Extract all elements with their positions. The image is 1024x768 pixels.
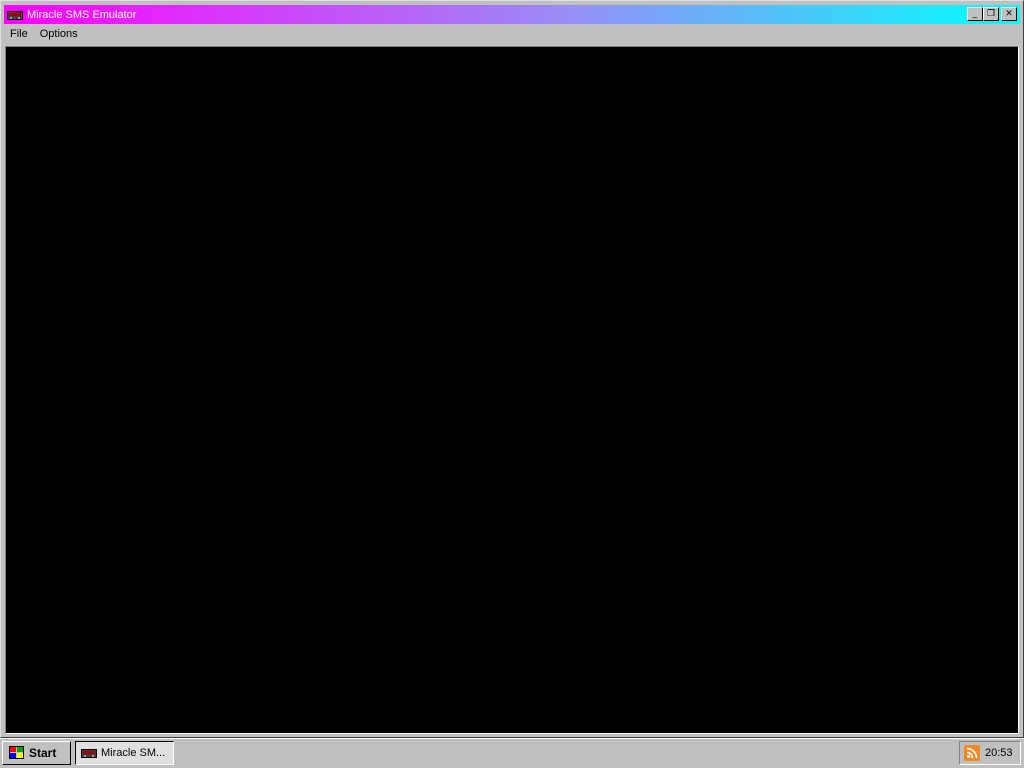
clock[interactable]: 20:53 (985, 747, 1013, 759)
emulator-display[interactable] (5, 46, 1019, 734)
restore-button[interactable]: ❐ (983, 7, 999, 21)
emulator-window: Miracle SMS Emulator _ ❐ ✕ File Options (0, 0, 1024, 738)
taskbar: Start Miracle SM... 20:53 (0, 738, 1024, 768)
windows-flag-icon (9, 746, 25, 760)
menu-bar: File Options (4, 25, 1020, 44)
close-icon: ✕ (1005, 8, 1013, 19)
window-controls: _ ❐ ✕ (967, 7, 1017, 21)
start-label: Start (29, 746, 57, 760)
title-bar[interactable]: Miracle SMS Emulator _ ❐ ✕ (4, 5, 1020, 24)
system-tray: 20:53 (959, 741, 1021, 765)
restore-icon: ❐ (986, 8, 996, 19)
close-button[interactable]: ✕ (1001, 7, 1017, 21)
minimize-icon: _ (972, 8, 978, 19)
console-icon (7, 9, 23, 21)
rss-feed-icon[interactable] (964, 745, 980, 761)
taskbar-item-label: Miracle SM... (101, 747, 166, 759)
console-icon (81, 747, 97, 759)
menu-file[interactable]: File (4, 25, 34, 44)
menu-options[interactable]: Options (34, 25, 84, 44)
window-title: Miracle SMS Emulator (27, 8, 137, 21)
minimize-button[interactable]: _ (967, 7, 983, 21)
taskbar-item-miracle[interactable]: Miracle SM... (75, 741, 174, 765)
start-button[interactable]: Start (2, 741, 71, 765)
